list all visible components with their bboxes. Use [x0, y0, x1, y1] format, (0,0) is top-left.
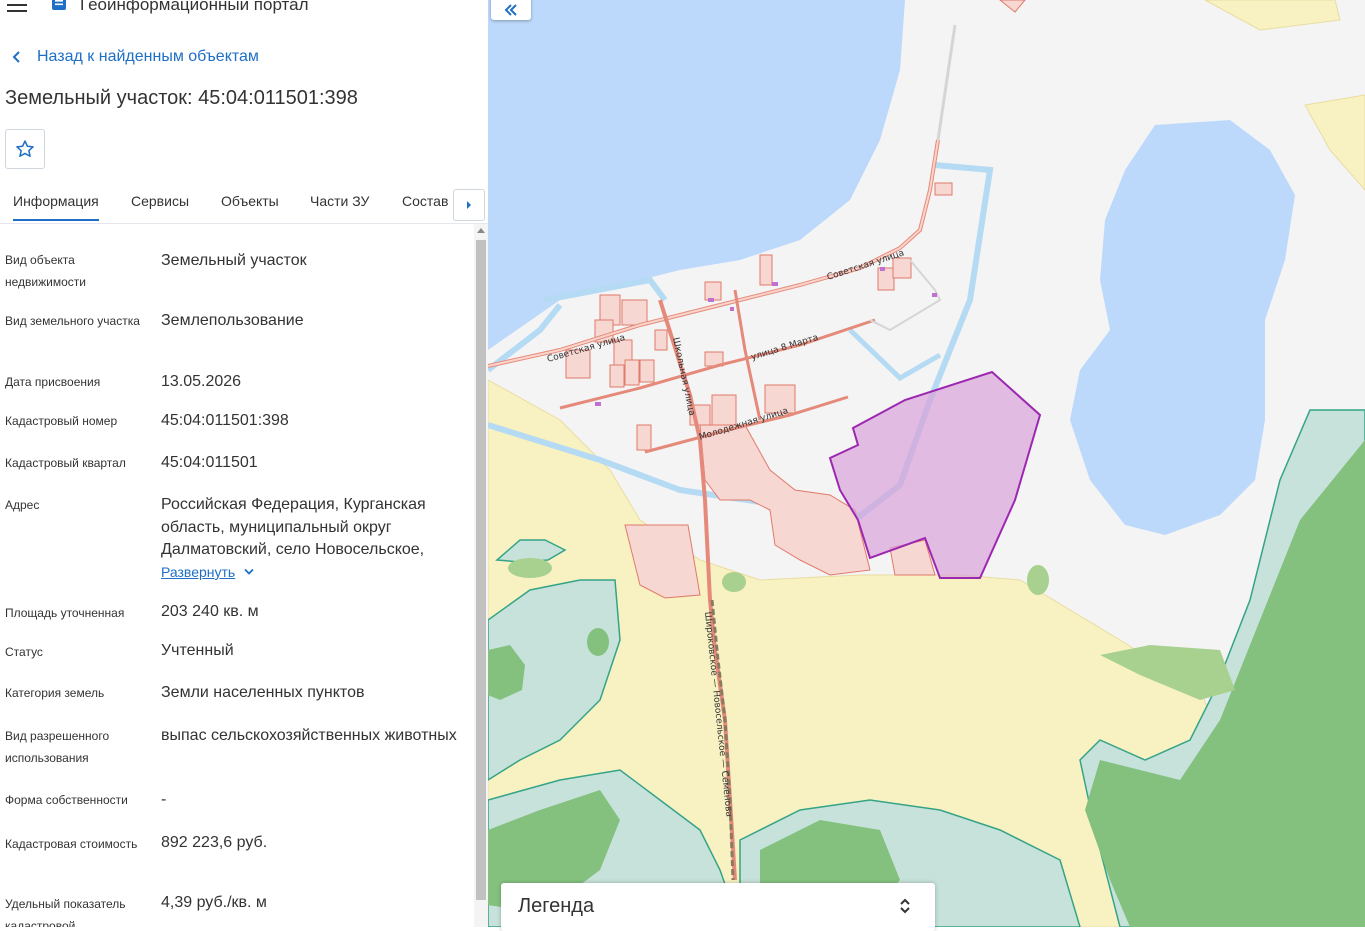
- expand-label: Развернуть: [161, 564, 236, 580]
- property-value: 13.05.2026: [161, 373, 242, 390]
- property-value: Учтенный: [161, 642, 234, 659]
- property-label: Вид объекта недвижимости: [5, 253, 86, 289]
- property-label: Удельный показатель кадастровой: [5, 897, 126, 927]
- property-value: 4,39 руб./кв. м: [161, 894, 267, 911]
- star-icon: [16, 140, 34, 157]
- grove: [587, 628, 609, 656]
- chevron-down-icon: [244, 568, 254, 575]
- tabs-scroll-right-button[interactable]: [453, 189, 485, 221]
- property-label: Адрес: [5, 498, 40, 512]
- expand-address-link[interactable]: Развернуть: [161, 564, 255, 580]
- grove: [1027, 565, 1049, 595]
- property-label: Вид земельного участка: [5, 314, 140, 328]
- property-value: 45:04:011501: [161, 454, 258, 471]
- map-view[interactable]: Советская улица Советская улица улица 8 …: [488, 0, 1365, 927]
- tab-bar: Информация Сервисы Объекты Части ЗУ Сост…: [0, 183, 488, 224]
- grove: [508, 558, 552, 578]
- tab-information[interactable]: Информация: [13, 193, 99, 221]
- collapse-panel-button[interactable]: [491, 0, 531, 20]
- favorite-button[interactable]: [5, 129, 45, 169]
- property-label: Вид разрешенного использования: [5, 729, 110, 765]
- property-value: 45:04:011501:398: [161, 412, 289, 429]
- expand-collapse-icon[interactable]: [898, 895, 912, 917]
- property-value: Земельный участок: [161, 252, 307, 269]
- property-label: Кадастровый квартал: [5, 456, 126, 470]
- info-panel: Геоинформационный портал Назад к найденн…: [0, 0, 488, 927]
- chevron-left-icon: [12, 51, 20, 63]
- scroll-up-arrow-icon[interactable]: [477, 228, 485, 233]
- app-title: Геоинформационный портал: [80, 0, 309, 14]
- top-bar: Геоинформационный портал: [0, 0, 488, 14]
- tab-services[interactable]: Сервисы: [131, 193, 189, 209]
- property-label: Кадастровый номер: [5, 414, 118, 428]
- property-label: Статус: [5, 645, 43, 659]
- double-chevron-left-icon: [504, 4, 517, 16]
- properties-scrollbar[interactable]: [474, 224, 488, 927]
- caret-right-icon: [467, 201, 471, 209]
- menu-icon[interactable]: [7, 0, 27, 12]
- property-label: Категория земель: [5, 686, 105, 700]
- property-value: Земли населенных пунктов: [161, 684, 365, 701]
- legend-panel[interactable]: Легенда: [501, 883, 935, 931]
- portal-logo-icon: [52, 0, 66, 10]
- property-label: Дата присвоения: [5, 375, 101, 389]
- property-value: 892 223,6 руб.: [161, 834, 268, 851]
- tab-objects[interactable]: Объекты: [221, 193, 279, 209]
- property-value: Землепользование: [161, 312, 304, 329]
- legend-title: Легенда: [518, 895, 595, 917]
- back-to-results-link[interactable]: Назад к найденным объектам: [10, 46, 259, 68]
- property-label: Форма собственности: [5, 793, 128, 807]
- grove: [722, 572, 746, 592]
- property-value: Российская Федерация, Курганская область…: [161, 496, 426, 558]
- map-canvas[interactable]: Советская улица Советская улица улица 8 …: [488, 0, 1365, 927]
- property-label: Кадастровая стоимость: [5, 837, 138, 851]
- property-value: 203 240 кв. м: [161, 603, 259, 620]
- scrollbar-thumb[interactable]: [476, 240, 486, 900]
- properties-list: Вид объекта недвижимости Земельный участ…: [0, 224, 474, 927]
- property-value: -: [161, 791, 167, 808]
- tab-parts[interactable]: Части ЗУ: [310, 193, 369, 209]
- property-value: выпас сельскохозяйственных животных: [161, 727, 457, 744]
- back-link-label: Назад к найденным объектам: [37, 48, 259, 65]
- tab-composition[interactable]: Состав: [402, 193, 448, 209]
- page-title: Земельный участок: 45:04:011501:398: [5, 87, 358, 109]
- property-label: Площадь уточненная: [5, 606, 125, 620]
